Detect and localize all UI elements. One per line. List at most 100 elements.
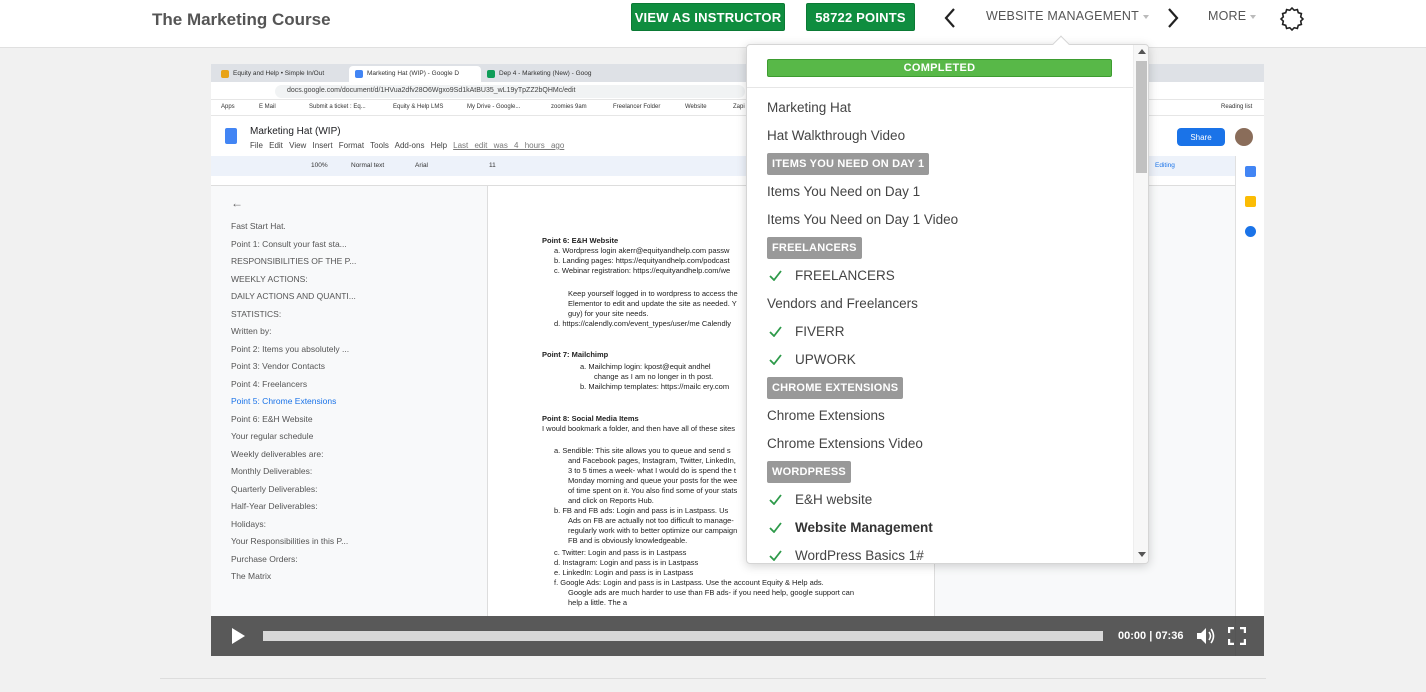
more-menu-label: MORE — [1208, 9, 1247, 23]
lesson-select-label: WEBSITE MANAGEMENT — [986, 9, 1139, 23]
browser-tab: Equity and Help • Simple In/Out — [215, 66, 349, 82]
bookmark: Equity & Help LMS — [393, 104, 444, 110]
outline-item: Monthly Deliverables: — [231, 466, 313, 476]
section-header: WORDPRESS — [747, 458, 1133, 486]
doc-line: regularly work with to better optimize o… — [568, 526, 738, 535]
check-icon — [769, 270, 782, 281]
dropdown-scrollbar[interactable] — [1133, 45, 1148, 563]
doc-line: of time spent on it. You also find some … — [568, 486, 738, 495]
settings-icon[interactable] — [1279, 6, 1305, 32]
lesson-item[interactable]: FIVERR — [747, 318, 1133, 346]
lesson-item-label: Chrome Extensions Video — [767, 436, 923, 451]
bookmark: zoomies 9am — [551, 104, 587, 110]
doc-line: Point 6: E&H Website — [542, 236, 619, 245]
outline-item-active: Point 5: Chrome Extensions — [231, 396, 337, 406]
doc-line: I would bookmark a folder, and then have… — [542, 424, 736, 433]
more-menu[interactable]: MORE — [1208, 9, 1257, 23]
doc-share-button: Share — [1177, 128, 1225, 146]
doc-line: d. Instagram: Login and pass is in Lastp… — [554, 558, 699, 567]
check-icon — [769, 550, 782, 561]
bookmark: Website — [685, 104, 707, 110]
lesson-item[interactable]: E&H website — [747, 486, 1133, 514]
lesson-item-current[interactable]: Website Management — [747, 514, 1133, 542]
outline-item: The Matrix — [231, 571, 272, 581]
course-title[interactable]: The Marketing Course — [152, 10, 331, 30]
outline-item: Written by: — [231, 326, 272, 336]
previous-lesson-button[interactable] — [940, 5, 960, 31]
outline-item: DAILY ACTIONS AND QUANTI... — [231, 291, 356, 301]
doc-line: and Facebook pages, Instagram, Twitter, … — [568, 456, 736, 465]
outline-item: RESPONSIBILITIES OF THE P... — [231, 256, 357, 266]
section-header-label: ITEMS YOU NEED ON DAY 1 — [767, 153, 930, 175]
address-bar: docs.google.com/document/d/1HVua2dfv28O6… — [275, 85, 745, 98]
volume-icon[interactable] — [1196, 627, 1216, 645]
docs-logo-icon — [225, 128, 237, 144]
doc-line: Monday morning and queue your posts for … — [568, 476, 738, 485]
lesson-item-label: WordPress Basics 1# — [795, 548, 924, 563]
doc-line: change as I am no longer in th post. — [594, 372, 714, 381]
scroll-up-arrow-icon[interactable] — [1138, 49, 1146, 54]
video-progress-bar[interactable] — [263, 631, 1103, 641]
lesson-item[interactable]: Items You Need on Day 1 Video — [747, 206, 1133, 234]
section-header: CHROME EXTENSIONS — [747, 374, 1133, 402]
doc-line: guy) for your site needs. — [568, 309, 649, 318]
doc-line: Point 7: Mailchimp — [542, 350, 609, 359]
lesson-item[interactable]: FREELANCERS — [747, 262, 1133, 290]
points-button[interactable]: 58722 POINTS — [806, 3, 915, 31]
scrollbar-thumb[interactable] — [1136, 61, 1147, 173]
lesson-dropdown-menu: COMPLETED Marketing Hat Hat Walkthrough V… — [746, 44, 1149, 564]
doc-line: c. Webinar registration: https://equitya… — [554, 266, 731, 275]
next-lesson-button[interactable] — [1163, 5, 1183, 31]
outline-item: Quarterly Deliverables: — [231, 483, 318, 494]
video-controls: 00:00 | 07:36 — [211, 616, 1264, 656]
doc-line: help a little. The a — [568, 598, 628, 607]
doc-line: c. Twitter: Login and pass is in Lastpas… — [554, 548, 687, 557]
check-icon — [769, 494, 782, 505]
lesson-item[interactable]: Items You Need on Day 1 — [747, 178, 1133, 206]
bookmark: E Mail — [259, 104, 276, 110]
lesson-select-dropdown[interactable]: WEBSITE MANAGEMENT — [986, 9, 1149, 23]
bookmark: Submit a ticket : Eq... — [309, 104, 366, 110]
lesson-item-label: UPWORK — [795, 352, 856, 367]
doc-line: 3 to 5 times a week- what I would do is … — [568, 466, 737, 475]
lesson-item-label: FIVERR — [795, 324, 845, 339]
divider — [747, 87, 1133, 88]
play-icon[interactable] — [229, 627, 247, 645]
doc-line: b. Landing pages: https://equityandhelp.… — [554, 256, 730, 265]
view-as-instructor-button[interactable]: VIEW AS INSTRUCTOR — [631, 3, 785, 31]
fullscreen-icon[interactable] — [1227, 626, 1247, 646]
lesson-item[interactable]: Hat Walkthrough Video — [747, 122, 1133, 150]
avatar — [1235, 128, 1253, 146]
lesson-item[interactable]: Chrome Extensions — [747, 402, 1133, 430]
docs-side-panel — [1235, 156, 1264, 656]
lesson-item[interactable]: Vendors and Freelancers — [747, 290, 1133, 318]
doc-title: Marketing Hat (WIP) — [250, 126, 341, 137]
doc-line: Google ads are much harder to use than F… — [568, 588, 855, 597]
outline-item: Your regular schedule — [231, 431, 314, 441]
doc-line: Ads on FB are actually not too difficult… — [568, 516, 734, 525]
bookmark: Reading list — [1221, 104, 1253, 110]
doc-line: a. Sendible: This site allows you to que… — [554, 446, 731, 455]
section-header-label: CHROME EXTENSIONS — [767, 377, 904, 399]
lesson-item[interactable]: WordPress Basics 1# — [747, 542, 1133, 563]
lesson-item-label: Chrome Extensions — [767, 408, 885, 423]
section-header-label: WORDPRESS — [767, 461, 851, 483]
doc-line: e. LinkedIn: Login and pass is in Lastpa… — [554, 568, 694, 577]
doc-line: d. https://calendly.com/event_types/user… — [554, 319, 732, 328]
check-icon — [769, 326, 782, 337]
chevron-left-icon — [944, 8, 955, 28]
lesson-item[interactable]: Chrome Extensions Video — [747, 430, 1133, 458]
lesson-item[interactable]: Marketing Hat — [747, 94, 1133, 122]
tasks-icon — [1245, 226, 1256, 237]
bookmark: Freelancer Folder — [613, 104, 661, 110]
outline-item: Point 4: Freelancers — [231, 378, 308, 389]
doc-outline: ← Fast Start Hat. Point 1: Consult your … — [231, 196, 481, 586]
doc-line: FB and is obviously knowledgeable. — [568, 536, 688, 545]
lesson-item-label: Vendors and Freelancers — [767, 296, 918, 311]
calendar-icon — [1245, 166, 1256, 177]
lesson-item[interactable]: UPWORK — [747, 346, 1133, 374]
lesson-item-label: E&H website — [795, 492, 873, 507]
lesson-item-label: Hat Walkthrough Video — [767, 128, 906, 143]
scroll-down-arrow-icon[interactable] — [1138, 552, 1146, 557]
browser-tab: Dep 4 - Marketing (New) - Goog — [481, 66, 613, 82]
